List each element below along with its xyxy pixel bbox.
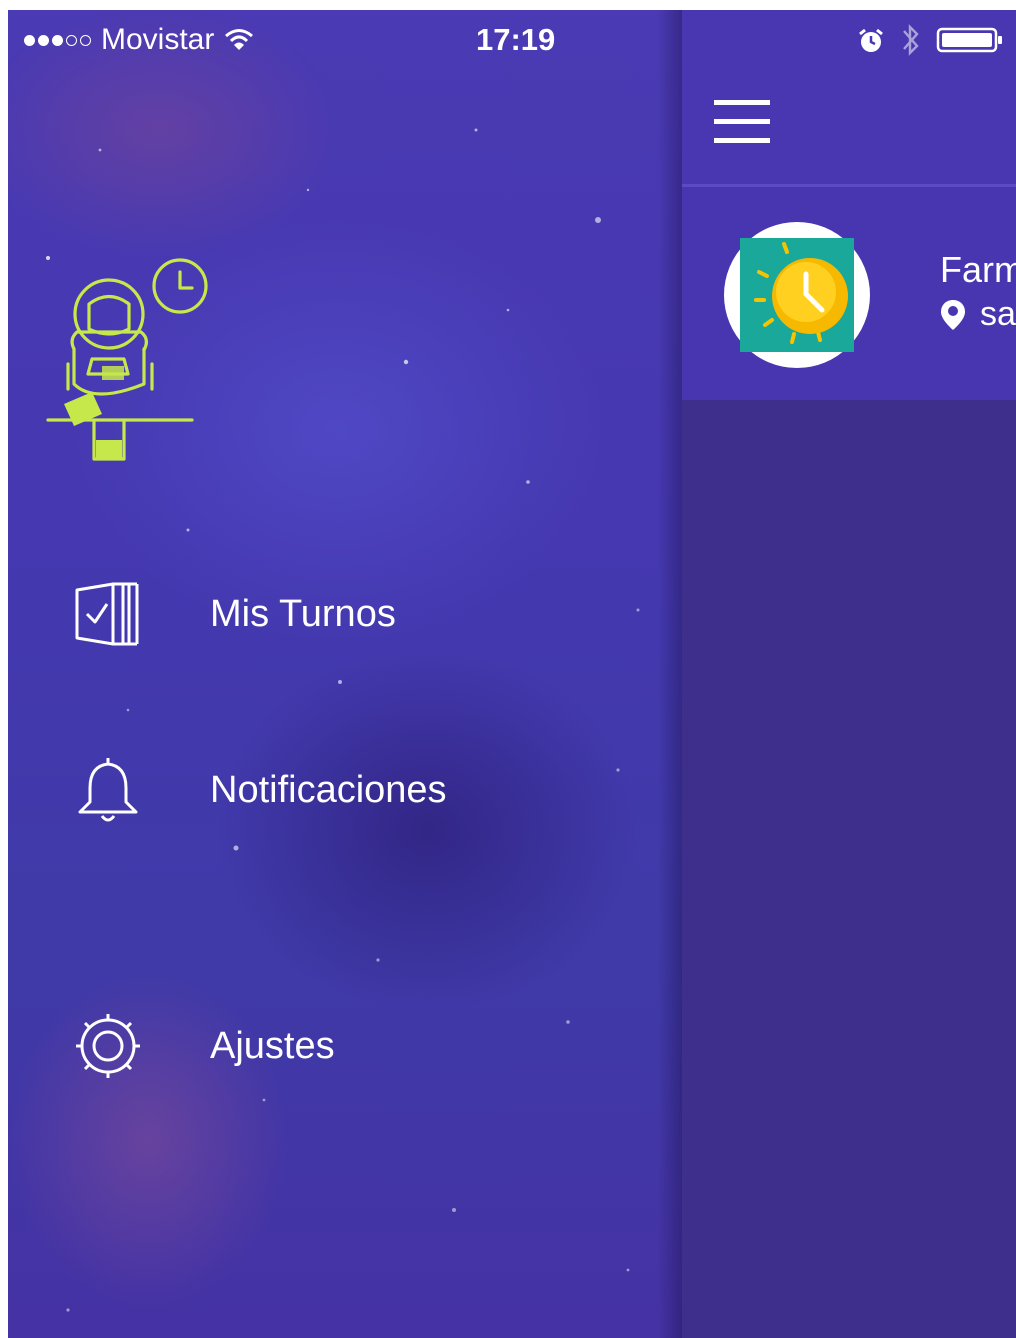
alarm-icon — [859, 28, 883, 52]
menu-item-mis-turnos[interactable]: Mis Turnos — [68, 574, 396, 654]
battery-icon — [936, 27, 1002, 53]
menu-item-label: Ajustes — [210, 1024, 335, 1067]
signal-strength-icon — [24, 34, 91, 46]
card-location-text: sa — [980, 295, 1016, 333]
hamburger-menu-icon[interactable] — [714, 96, 772, 148]
menu-item-ajustes[interactable]: Ajustes — [68, 1006, 335, 1086]
carrier-name: Movistar — [101, 23, 215, 56]
avatar — [724, 222, 870, 368]
list-item[interactable]: Farm sa — [682, 187, 1016, 400]
carrier-status: Movistar — [24, 20, 254, 60]
card-location: sa — [940, 295, 1016, 334]
drawer-edge-shadow — [658, 10, 682, 1338]
top-app-bar — [682, 10, 1016, 184]
main-content-panel: Farm sa — [682, 10, 1016, 1338]
status-time: 17:19 — [476, 22, 556, 57]
wifi-icon — [225, 29, 254, 50]
menu-item-label: Notificaciones — [210, 768, 447, 811]
gear-icon — [68, 1006, 148, 1086]
sun-clock-icon — [740, 238, 854, 352]
phone-screen: Farm sa Movistar 17:19 Mis Turnos Notifi… — [8, 10, 1016, 1338]
menu-item-notificaciones[interactable]: Notificaciones — [68, 750, 447, 830]
starfield-background — [46, 128, 640, 1312]
menu-item-label: Mis Turnos — [210, 592, 396, 635]
ticket-check-icon — [68, 574, 148, 654]
location-pin-icon — [941, 299, 965, 330]
bluetooth-icon — [903, 24, 919, 56]
bell-icon — [68, 750, 148, 830]
astronaut-clock-illustration — [46, 258, 208, 461]
navigation-drawer: Movistar 17:19 Mis Turnos Notificaciones… — [8, 10, 682, 1338]
card-title: Farm — [940, 249, 1016, 290]
